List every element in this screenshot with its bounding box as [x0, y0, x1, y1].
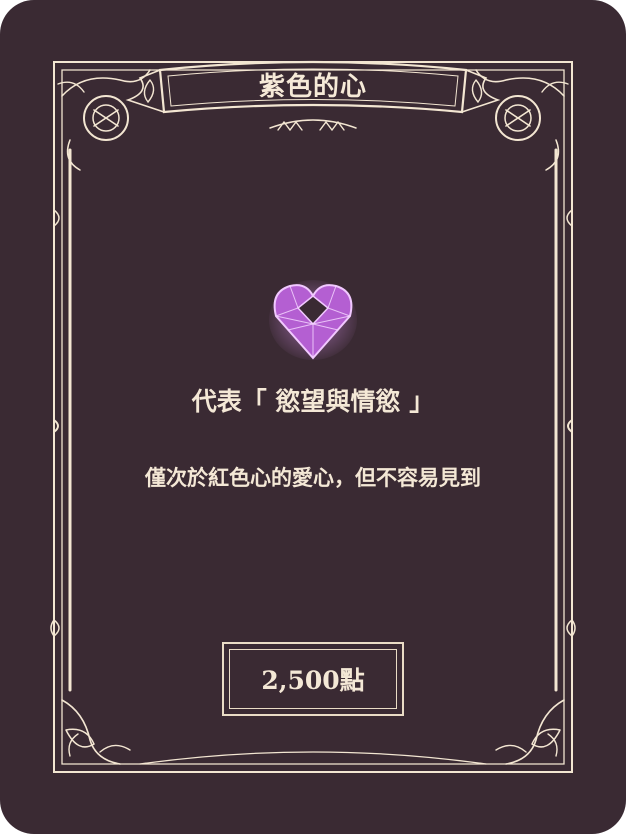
card-subtitle: 代表「 慾望與情慾 」 — [191, 387, 435, 416]
price-label: 2,500點 — [261, 666, 365, 695]
purple-heart-gem-icon — [269, 280, 357, 360]
price-badge: 2,500點 — [222, 642, 404, 716]
card-title: 紫色的心 — [258, 71, 367, 102]
card-description: 僅次於紅色心的愛心，但不容易見到 — [145, 465, 481, 490]
item-card: 紫色的心 代表「 慾望與情慾 」 僅次於紅色心的愛心，但不容易見到 2,500點 — [0, 0, 626, 834]
